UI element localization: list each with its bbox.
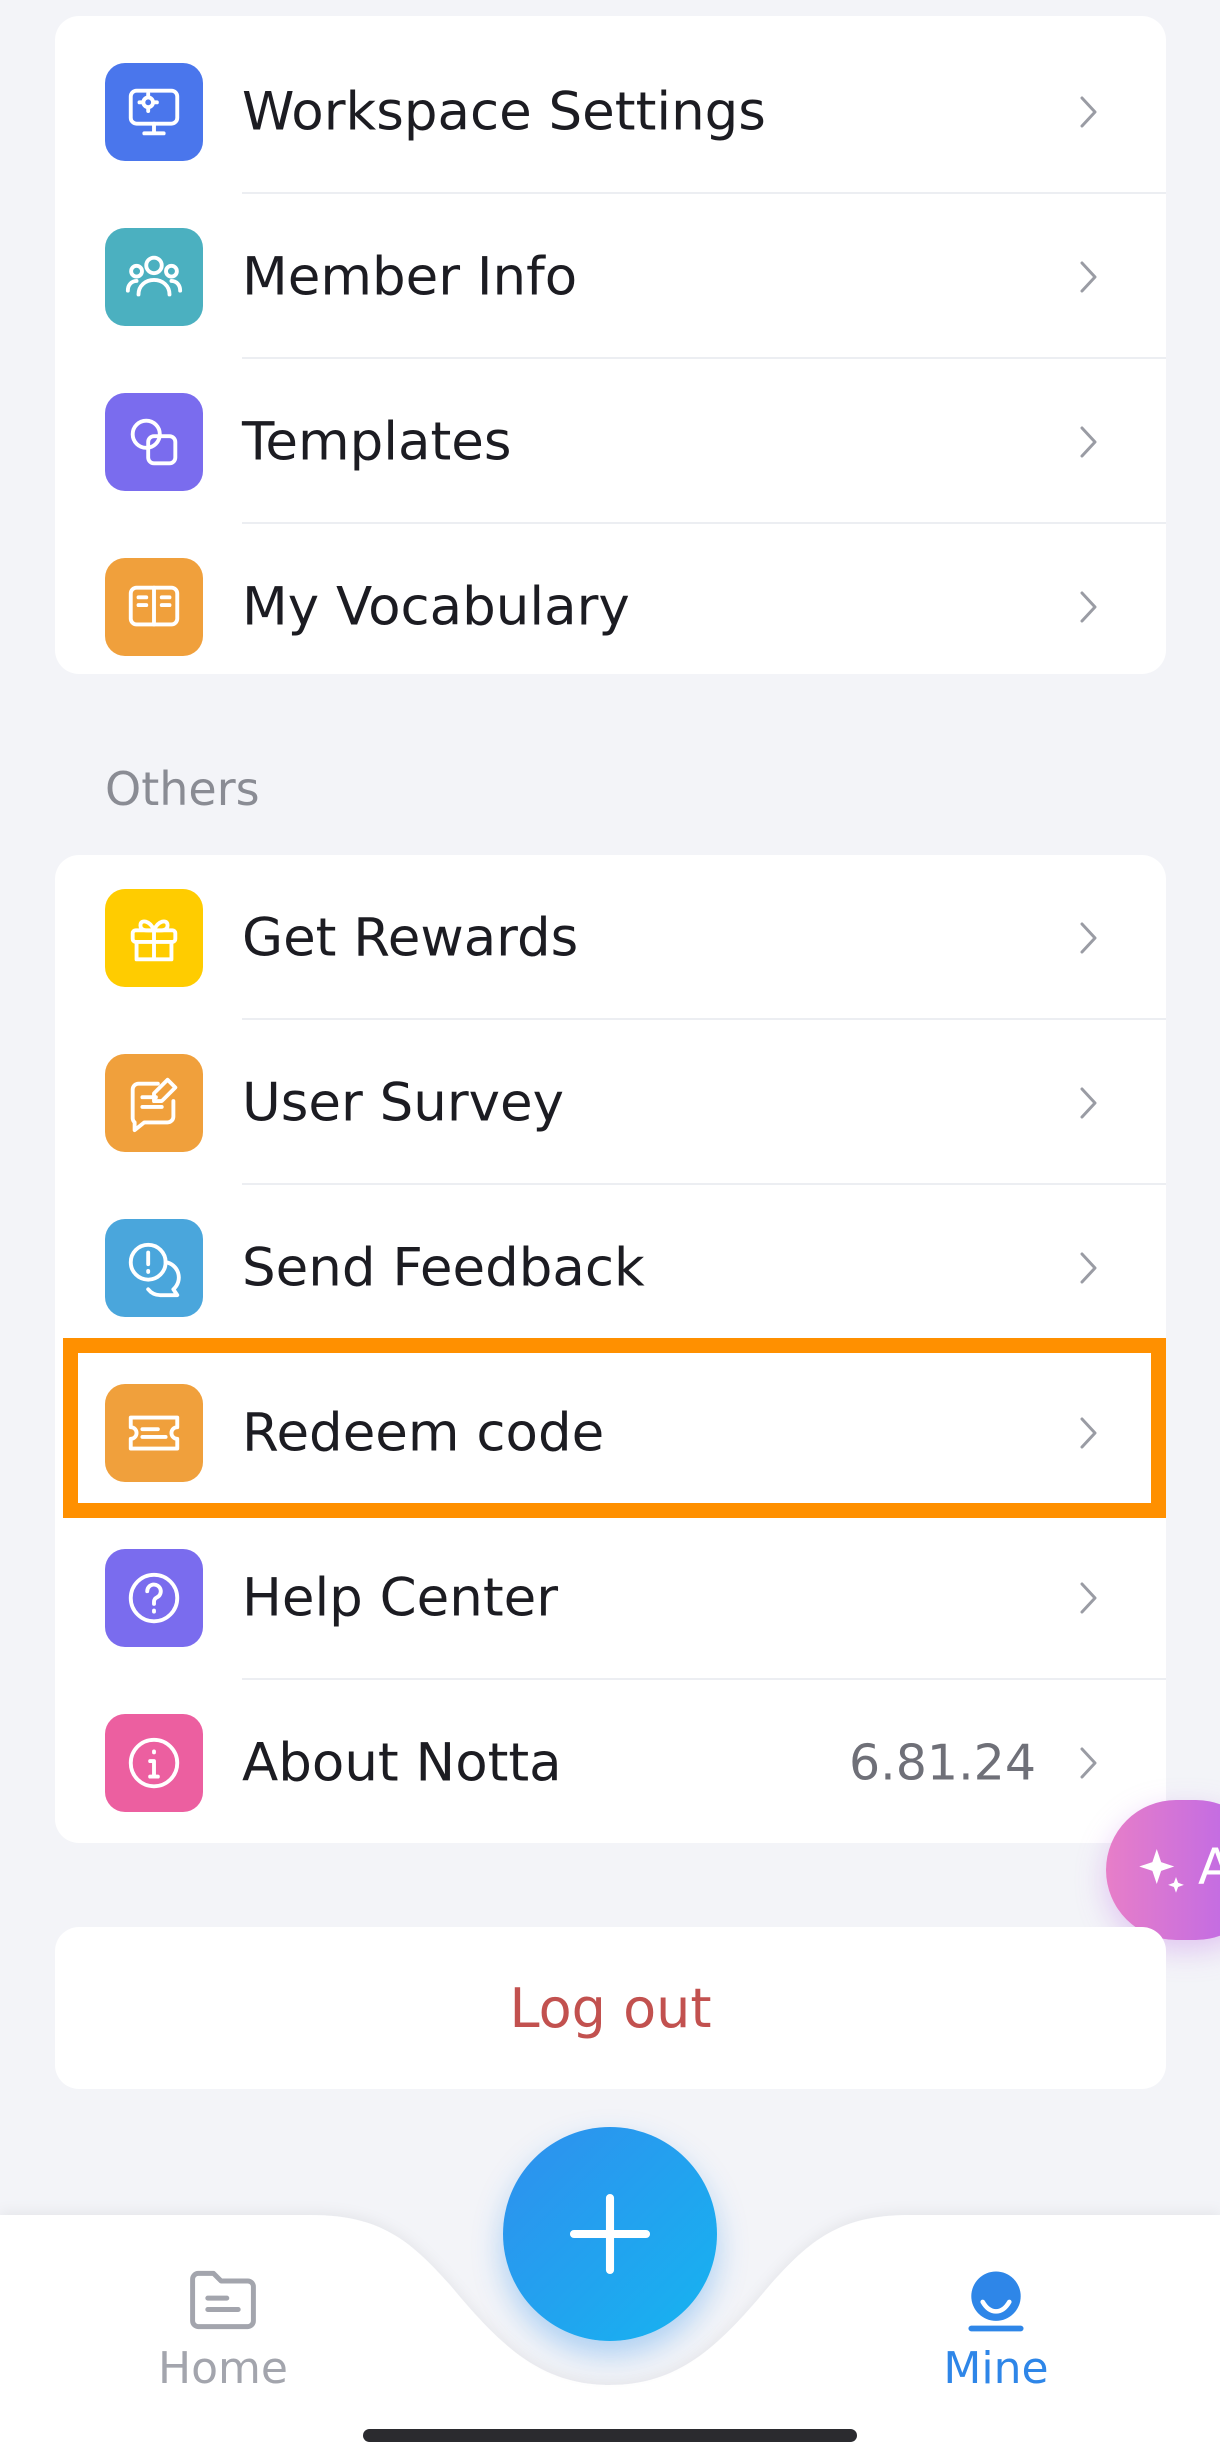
help-center-label: Help Center [242, 1567, 559, 1628]
redeem-code-highlight-box [63, 1338, 1166, 1518]
user-icon [968, 2271, 1024, 2332]
sparkle-icon [1139, 1849, 1184, 1893]
info-circle-icon [105, 1713, 203, 1812]
user-survey-label: User Survey [242, 1072, 565, 1133]
overlapping-shapes-icon [105, 392, 203, 491]
chevron-right-icon [1080, 1252, 1097, 1283]
chevron-right-icon [1080, 96, 1097, 127]
plus-icon [569, 2193, 651, 2275]
my-vocabulary-row[interactable]: My Vocabulary [55, 524, 1166, 689]
workspace-settings-card: Workspace Settings Member Info Templates… [55, 16, 1166, 674]
app-version: 6.81.24 [848, 1734, 1036, 1791]
chevron-right-icon [1080, 922, 1097, 953]
chevron-right-icon [1080, 261, 1097, 292]
member-info-label: Member Info [242, 246, 578, 307]
add-recording-button[interactable] [503, 2127, 717, 2341]
feedback-bubbles-icon [105, 1218, 203, 1317]
chevron-right-icon [1080, 1087, 1097, 1118]
about-notta-label: About Notta [242, 1732, 562, 1793]
tab-home[interactable]: Home [123, 2265, 323, 2415]
member-info-row[interactable]: Member Info [55, 194, 1166, 359]
my-vocabulary-label: My Vocabulary [242, 576, 630, 637]
survey-edit-icon [105, 1053, 203, 1152]
tab-mine-label: Mine [943, 2343, 1049, 2394]
gift-icon [105, 888, 203, 987]
workspace-settings-label: Workspace Settings [242, 81, 766, 142]
folder-icon [190, 2270, 256, 2330]
section-title-others: Others [105, 762, 260, 816]
chevron-right-icon [1080, 591, 1097, 622]
home-indicator [363, 2429, 857, 2442]
tab-home-label: Home [158, 2343, 288, 2394]
chevron-right-icon [1080, 426, 1097, 457]
help-center-row[interactable]: Help Center [55, 1515, 1166, 1680]
chevron-right-icon [1080, 1582, 1097, 1613]
about-notta-row[interactable]: About Notta 6.81.24 [55, 1680, 1166, 1845]
get-rewards-label: Get Rewards [242, 907, 579, 968]
question-circle-icon [105, 1548, 203, 1647]
templates-row[interactable]: Templates [55, 359, 1166, 524]
send-feedback-label: Send Feedback [242, 1237, 645, 1298]
ai-button-label: A [1198, 1838, 1220, 1896]
people-icon [105, 227, 203, 326]
chevron-right-icon [1080, 1747, 1097, 1778]
settings-screen: Workspace Settings Member Info Templates… [0, 0, 1220, 2463]
get-rewards-row[interactable]: Get Rewards [55, 855, 1166, 1020]
monitor-gear-icon [105, 62, 203, 161]
workspace-settings-row[interactable]: Workspace Settings [55, 29, 1166, 194]
send-feedback-row[interactable]: Send Feedback [55, 1185, 1166, 1350]
logout-button[interactable]: Log out [55, 1927, 1166, 2089]
templates-label: Templates [242, 411, 512, 472]
user-survey-row[interactable]: User Survey [55, 1020, 1166, 1185]
tab-mine[interactable]: Mine [896, 2265, 1096, 2415]
logout-label: Log out [509, 1976, 712, 2040]
open-book-icon [105, 557, 203, 656]
